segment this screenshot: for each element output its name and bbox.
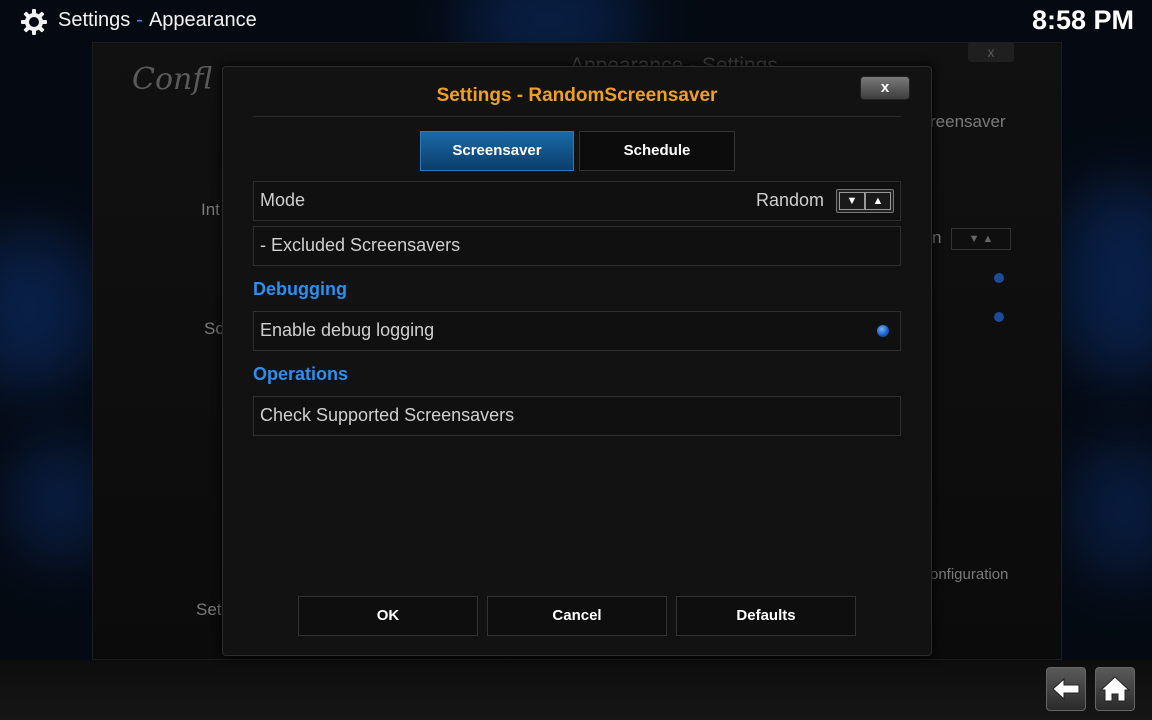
background-setting-label: onfiguration [930, 566, 1009, 583]
setting-mode[interactable]: Mode Random ▼ ▲ [253, 181, 901, 221]
background-glow [1070, 440, 1152, 580]
background-glow [1060, 180, 1152, 380]
setting-mode-label: Mode [260, 190, 306, 210]
setting-check-supported[interactable]: Check Supported Screensavers [253, 396, 901, 436]
background-close-button: x [968, 42, 1014, 62]
background-logo: Confl [132, 62, 213, 97]
ok-button[interactable]: OK [298, 596, 478, 636]
setting-mode-value: Random [755, 190, 824, 210]
background-menu-item: Int [201, 200, 220, 219]
back-arrow-icon [1052, 677, 1080, 701]
breadcrumb: Settings - Appearance [58, 9, 257, 32]
background-radio [994, 273, 1004, 283]
section-debugging: Debugging [253, 279, 347, 299]
background-spinner: ▼ ▲ [951, 228, 1011, 250]
top-bar: Settings - Appearance 8:58 PM [0, 0, 1152, 42]
breadcrumb-page: Appearance [148, 9, 257, 31]
title-divider [253, 116, 901, 117]
setting-debug-logging[interactable]: Enable debug logging [253, 311, 901, 351]
background-footer [0, 660, 1152, 720]
section-operations: Operations [253, 364, 349, 384]
spinner-up-icon[interactable]: ▲ [865, 192, 891, 210]
background-menu-item: Sc [204, 319, 224, 338]
gear-icon [21, 9, 47, 35]
dialog-title: Settings - RandomScreensaver [436, 85, 718, 106]
close-button[interactable]: x [860, 76, 910, 100]
background-radio [994, 312, 1004, 322]
background-glow [0, 230, 100, 390]
defaults-button[interactable]: Defaults [676, 596, 856, 636]
tab-schedule[interactable]: Schedule [579, 131, 735, 171]
radio-on-icon[interactable] [877, 325, 889, 337]
spinner-down-icon[interactable]: ▼ [839, 192, 865, 210]
setting-debug-label: Enable debug logging [260, 320, 435, 340]
clock: 8:58 PM [1031, 5, 1134, 35]
setting-excluded-label: - Excluded Screensavers [260, 235, 461, 255]
breadcrumb-section: Settings [58, 9, 131, 31]
mode-spinner: ▼ ▲ [836, 189, 894, 213]
home-button[interactable] [1095, 667, 1135, 711]
setting-excluded-screensavers[interactable]: - Excluded Screensavers [253, 226, 901, 266]
addon-settings-dialog: Settings - RandomScreensaver x Screensav… [222, 66, 932, 656]
back-button[interactable] [1046, 667, 1086, 711]
setting-check-label: Check Supported Screensavers [260, 405, 515, 425]
background-setting-label: n [932, 228, 942, 247]
breadcrumb-separator: - [136, 9, 143, 31]
home-icon [1099, 676, 1131, 702]
cancel-button[interactable]: Cancel [487, 596, 667, 636]
background-setting-label: reensaver [930, 112, 1006, 131]
tab-screensaver[interactable]: Screensaver [420, 131, 574, 171]
